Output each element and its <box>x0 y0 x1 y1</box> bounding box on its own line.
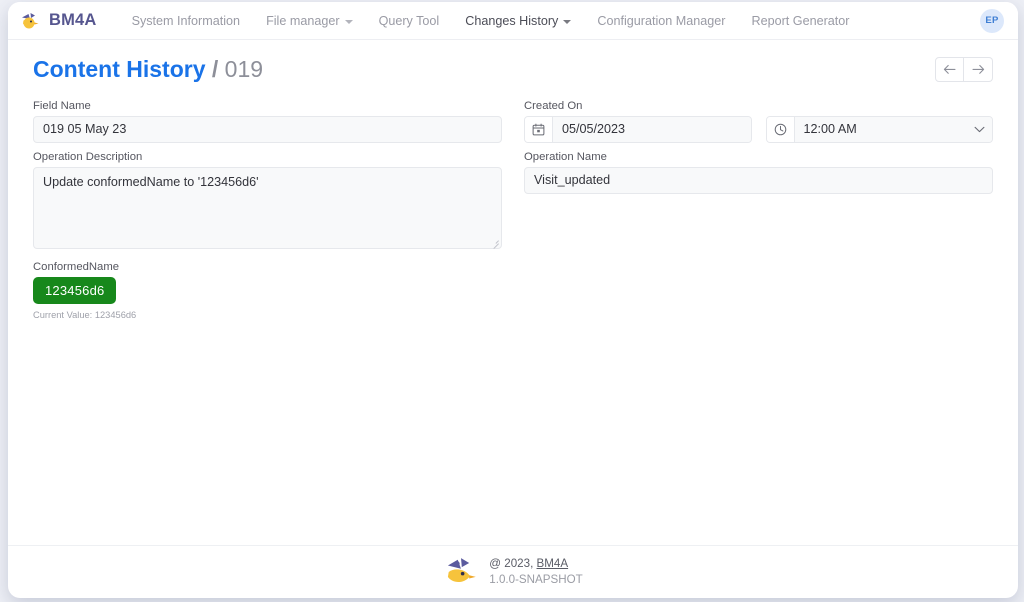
operation-description-group: Operation Description Update conformedNa… <box>33 151 502 249</box>
footer-text: @ 2023, BM4A 1.0.0-SNAPSHOT <box>489 556 582 587</box>
page-title-main: Content History <box>33 56 206 82</box>
arrow-right-icon <box>971 64 985 75</box>
grid-empty-cell <box>524 257 993 328</box>
page-content: Content History / 019 Field Name 019 05 … <box>8 40 1018 545</box>
footer-copyright: @ 2023, BM4A <box>489 556 582 572</box>
conformed-name-group: ConformedName 123456d6 Current Value: 12… <box>33 261 502 320</box>
created-on-date-value[interactable]: 05/05/2023 <box>553 116 751 142</box>
next-record-button[interactable] <box>964 57 993 83</box>
clock-icon[interactable] <box>766 116 795 142</box>
form-grid: Field Name 019 05 May 23 Created On 05/0… <box>33 100 993 328</box>
page-title-sub: 019 <box>224 56 264 82</box>
operation-description-textarea[interactable]: Update conformedName to '123456d6' <box>33 166 502 249</box>
calendar-icon[interactable] <box>525 116 553 142</box>
previous-record-button[interactable] <box>935 57 964 83</box>
arrow-left-icon <box>943 64 956 75</box>
brand-name: BM4A <box>49 11 97 29</box>
operation-name-label: Operation Name <box>524 150 607 163</box>
operation-description-label: Operation Description <box>33 150 143 163</box>
chevron-down-icon[interactable] <box>966 116 992 142</box>
chevron-down-icon <box>344 19 353 24</box>
page-title-separator: / <box>211 56 219 82</box>
nav-item-file-manager[interactable]: File manager <box>253 8 366 34</box>
page-title: Content History / 019 <box>33 56 263 84</box>
field-name-group: Field Name 019 05 May 23 <box>33 100 502 143</box>
browser-window: BM4A System Information File manager Que… <box>8 2 1018 598</box>
record-pagination <box>935 57 993 83</box>
created-on-label: Created On <box>524 99 583 112</box>
page-header: Content History / 019 <box>33 40 993 84</box>
conformed-name-badge[interactable]: 123456d6 <box>33 276 117 304</box>
page-footer: @ 2023, BM4A 1.0.0-SNAPSHOT <box>8 545 1018 598</box>
conformed-name-label: ConformedName <box>33 260 120 273</box>
field-name-label: Field Name <box>33 99 91 112</box>
avatar[interactable]: EP <box>980 8 1004 33</box>
created-on-time-field[interactable]: 12:00 AM <box>765 115 993 143</box>
created-on-date-field[interactable]: 05/05/2023 <box>524 115 752 143</box>
nav-item-changes-history[interactable]: Changes History <box>452 8 584 34</box>
textarea-resize-handle[interactable] <box>491 238 499 246</box>
bird-logo-icon <box>20 11 42 31</box>
field-name-input[interactable]: 019 05 May 23 <box>33 115 502 143</box>
footer-copyright-prefix: @ 2023, <box>489 557 534 571</box>
created-on-row: 05/05/2023 12:00 AM <box>524 115 993 143</box>
brand-logo-link[interactable]: BM4A <box>20 11 97 31</box>
nav-item-system-information[interactable]: System Information <box>119 8 254 34</box>
nav-item-label: System Information <box>131 13 241 28</box>
nav-items: System Information File manager Query To… <box>119 8 863 34</box>
nav-item-query-tool[interactable]: Query Tool <box>366 8 453 34</box>
footer-version: 1.0.0-SNAPSHOT <box>489 573 583 586</box>
top-navigation-bar: BM4A System Information File manager Que… <box>8 2 1018 40</box>
nav-item-label: File manager <box>266 13 340 28</box>
puzzle-bird-logo-icon <box>443 555 479 589</box>
footer-brand-link[interactable]: BM4A <box>537 557 569 570</box>
nav-item-label: Changes History <box>465 13 559 28</box>
created-on-time-value[interactable]: 12:00 AM <box>794 116 966 142</box>
nav-item-report-generator[interactable]: Report Generator <box>738 8 862 34</box>
nav-item-label: Configuration Manager <box>597 13 726 28</box>
nav-item-label: Report Generator <box>751 13 850 28</box>
conformed-name-help-text: Current Value: 123456d6 <box>33 309 137 320</box>
nav-item-label: Query Tool <box>378 13 440 28</box>
operation-name-input[interactable]: Visit_updated <box>524 166 993 194</box>
operation-description-value: Update conformedName to '123456d6' <box>43 174 259 189</box>
chevron-down-icon <box>563 19 572 24</box>
nav-item-configuration-manager[interactable]: Configuration Manager <box>584 8 738 34</box>
operation-name-group: Operation Name Visit_updated <box>524 151 993 249</box>
created-on-group: Created On 05/05/2023 12:00 AM <box>524 100 993 143</box>
